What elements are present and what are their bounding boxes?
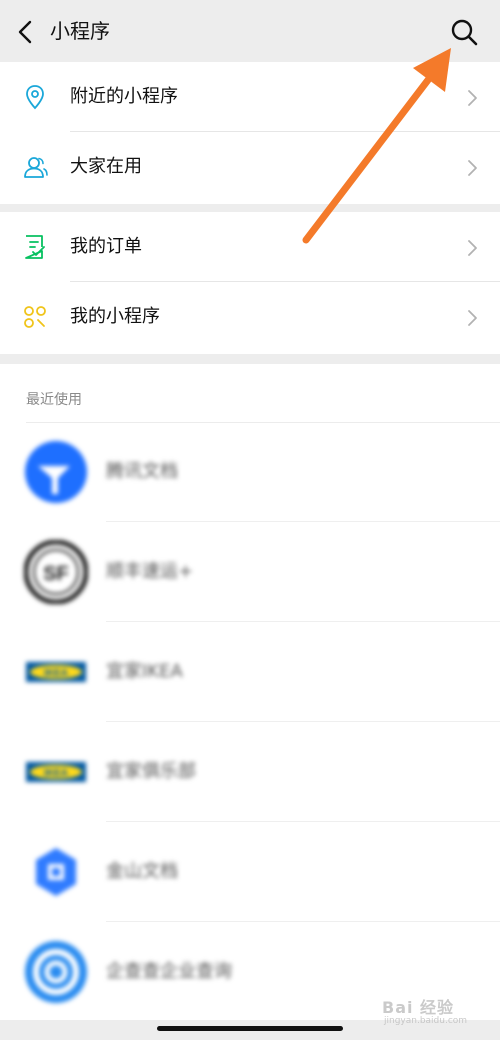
menu-item-label: 我的小程序	[70, 306, 160, 327]
svg-text:IKEA: IKEA	[44, 668, 68, 679]
svg-text:SF: SF	[43, 563, 69, 585]
watermark: Bai 经验 jingyan.baidu.com	[382, 986, 492, 1032]
home-indicator[interactable]	[157, 1026, 343, 1031]
discover-group: 附近的小程序 大家在用	[0, 62, 500, 204]
chevron-right-icon	[468, 90, 477, 106]
watermark-subtext: jingyan.baidu.com	[384, 1016, 468, 1026]
section-heading: 最近使用	[26, 392, 82, 408]
tencent-docs-logo	[25, 441, 87, 503]
recent-app-item[interactable]: 腾讯文档	[0, 422, 500, 522]
my-group: 我的订单 我的小程序	[0, 212, 500, 354]
menu-item-my-mini-programs[interactable]: 我的小程序	[0, 282, 500, 352]
app-name: 宜家俱乐部	[106, 761, 196, 782]
chevron-right-icon	[468, 160, 477, 176]
recent-app-item[interactable]: SF 顺丰速运+	[0, 522, 500, 622]
app-name: 腾讯文档	[106, 461, 178, 482]
menu-item-label: 大家在用	[70, 156, 142, 177]
location-pin-icon	[26, 85, 44, 110]
qichacha-logo	[25, 941, 87, 1003]
order-list-icon	[25, 235, 45, 259]
chevron-right-icon	[468, 310, 477, 326]
back-icon[interactable]	[14, 18, 38, 46]
menu-item-popular[interactable]: 大家在用	[0, 132, 500, 202]
app-name: 金山文档	[106, 861, 178, 882]
watermark-text: Bai 经验	[382, 998, 455, 1017]
chevron-right-icon	[468, 240, 477, 256]
ikea-logo: IKEA	[26, 662, 86, 682]
menu-item-label: 我的订单	[70, 236, 142, 257]
app-name: 企查查企业查询	[106, 961, 232, 982]
svg-text:IKEA: IKEA	[44, 768, 68, 779]
ikea-club-logo: IKEA	[26, 762, 86, 782]
recent-app-item[interactable]: IKEA 宜家IKEA	[0, 622, 500, 722]
app-name: 顺丰速运+	[106, 561, 194, 582]
recent-app-item[interactable]: IKEA 宜家俱乐部	[0, 722, 500, 822]
menu-item-label: 附近的小程序	[70, 86, 178, 107]
users-icon	[24, 157, 48, 178]
menu-item-nearby[interactable]: 附近的小程序	[0, 62, 500, 132]
recent-app-item[interactable]: 金山文档	[0, 822, 500, 922]
app-name: 宜家IKEA	[106, 661, 183, 682]
sf-express-logo: SF	[24, 540, 88, 604]
search-icon[interactable]	[448, 16, 480, 48]
page-title: 小程序	[50, 19, 110, 43]
mini-programs-icon	[24, 306, 46, 328]
menu-item-orders[interactable]: 我的订单	[0, 212, 500, 282]
kingsoft-docs-logo	[36, 848, 76, 896]
header-bar: 小程序	[0, 0, 500, 62]
recent-section: 最近使用 腾讯文档 SF 顺丰速运+ IKEA 宜家IKEA IKEA 宜家俱乐…	[0, 364, 500, 1020]
